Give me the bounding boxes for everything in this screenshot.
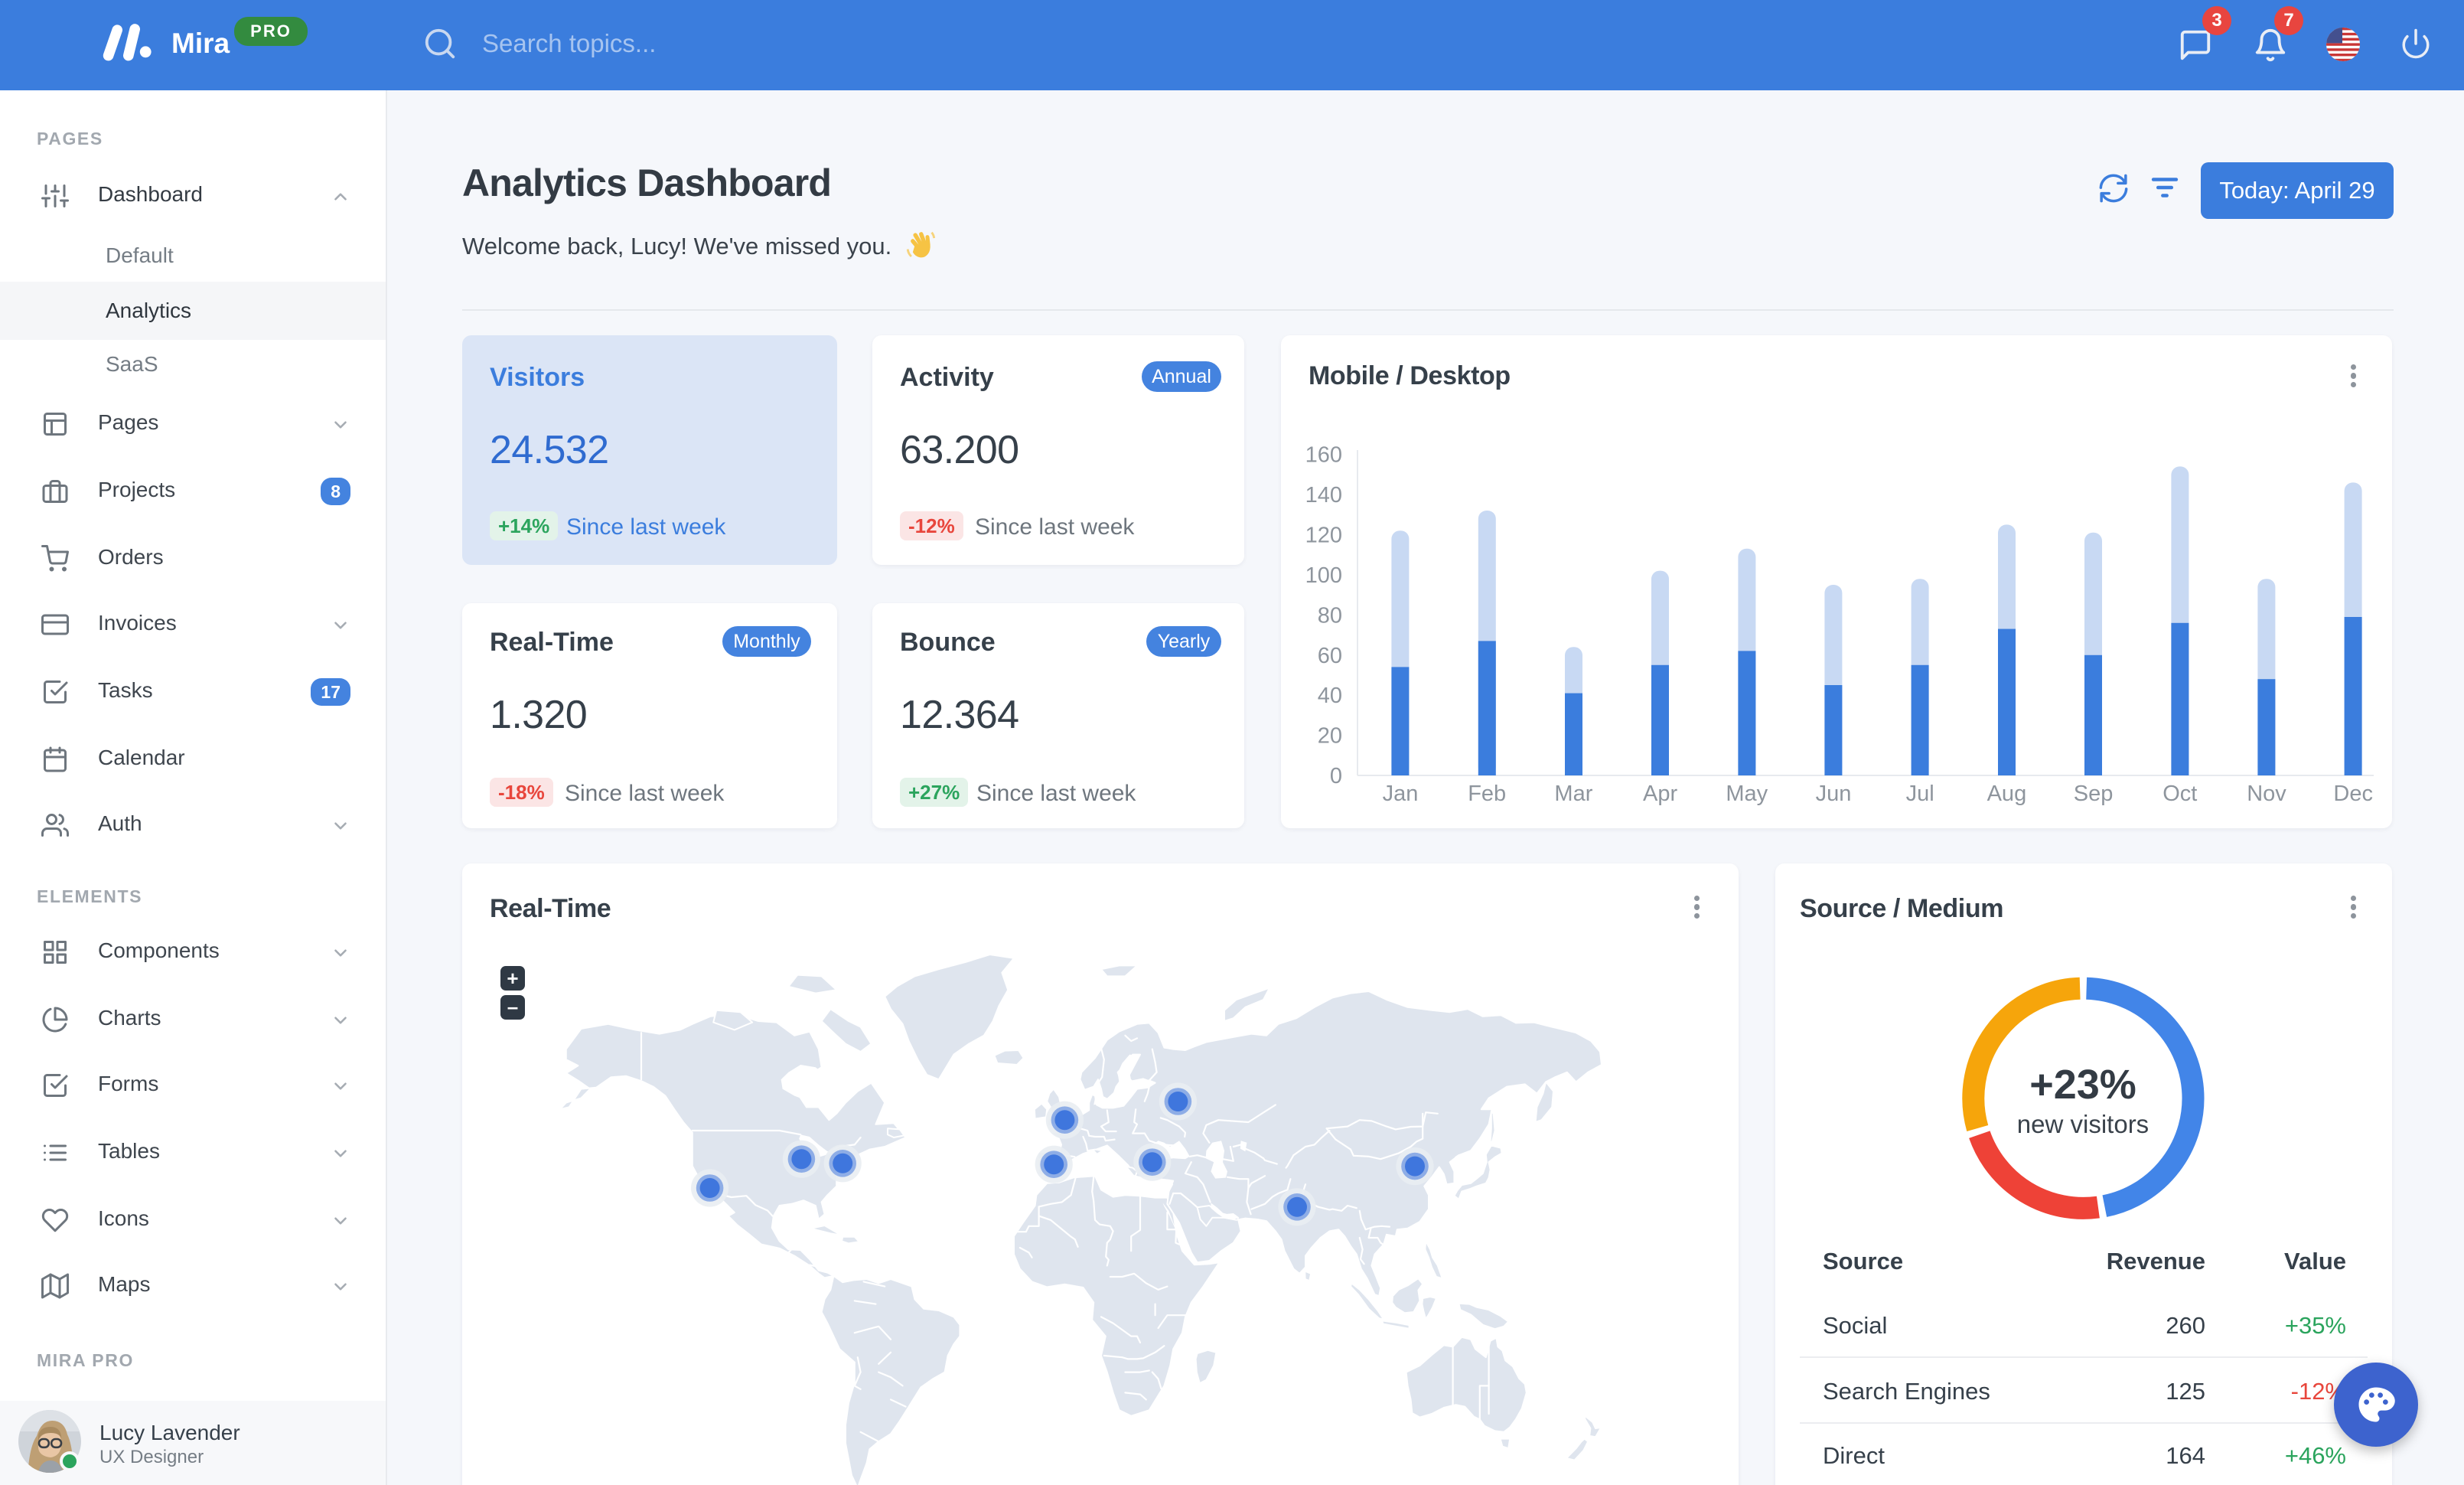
svg-text:Aug: Aug (1987, 782, 2027, 806)
svg-text:May: May (1726, 782, 1768, 806)
svg-text:0: 0 (1330, 764, 1342, 788)
svg-text:Apr: Apr (1643, 782, 1677, 806)
svg-text:40: 40 (1318, 684, 1342, 708)
svg-text:Oct: Oct (2163, 782, 2197, 806)
svg-text:80: 80 (1318, 603, 1342, 628)
svg-text:120: 120 (1305, 523, 1342, 547)
svg-text:60: 60 (1318, 644, 1342, 668)
svg-text:Jul: Jul (1906, 782, 1934, 806)
svg-text:100: 100 (1305, 563, 1342, 588)
svg-text:Feb: Feb (1468, 782, 1506, 806)
svg-text:20: 20 (1318, 724, 1342, 749)
svg-text:140: 140 (1305, 483, 1342, 508)
svg-text:Jun: Jun (1816, 782, 1852, 806)
svg-text:Jan: Jan (1383, 782, 1419, 806)
svg-text:Mar: Mar (1554, 782, 1592, 806)
svg-text:Nov: Nov (2247, 782, 2286, 806)
svg-text:Sep: Sep (2074, 782, 2114, 806)
svg-text:160: 160 (1305, 443, 1342, 468)
svg-text:Dec: Dec (2333, 782, 2373, 806)
